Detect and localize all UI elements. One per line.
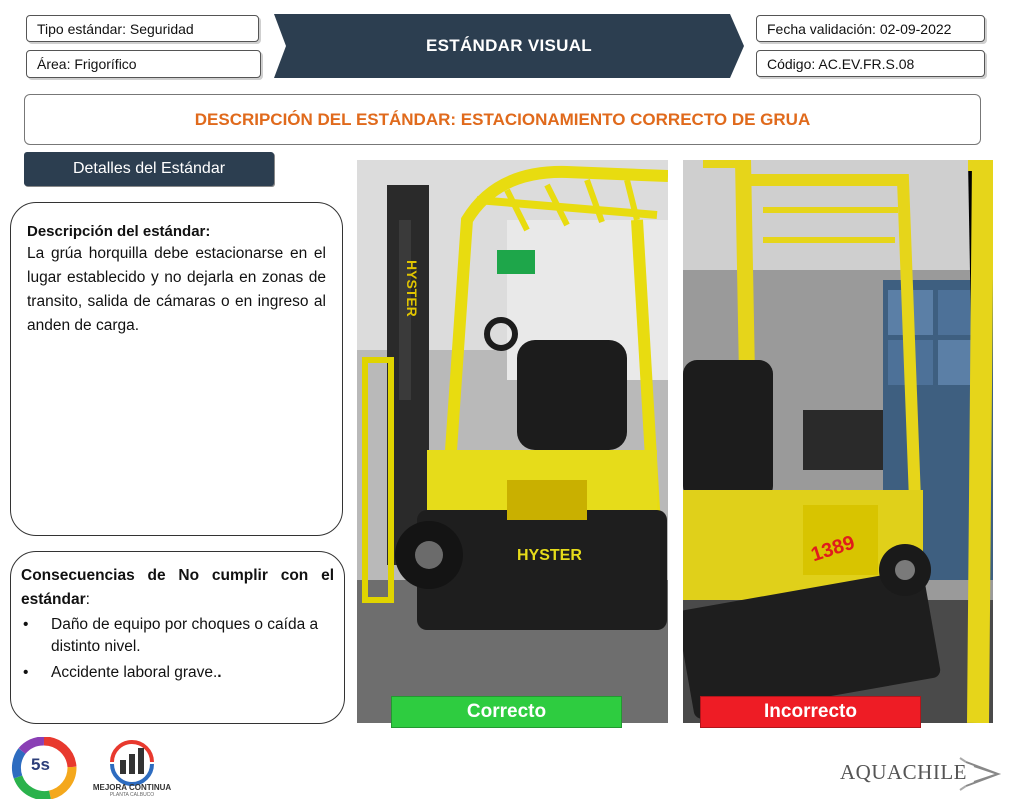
svg-text:HYSTER: HYSTER xyxy=(404,260,420,317)
fecha-validacion-box: Fecha validación: 02-09-2022 xyxy=(756,15,985,42)
correct-label: Correcto xyxy=(391,696,622,728)
standard-title-box: DESCRIPCIÓN DEL ESTÁNDAR: ESTACIONAMIENT… xyxy=(24,94,981,145)
list-item: • Daño de equipo por choques o caída a di… xyxy=(21,614,334,658)
details-tab: Detalles del Estándar xyxy=(24,152,274,186)
tipo-estandar-text: Tipo estándar: Seguridad xyxy=(37,20,194,37)
standard-title: DESCRIPCIÓN DEL ESTÁNDAR: ESTACIONAMIENT… xyxy=(194,109,811,129)
bullet-icon: • xyxy=(23,616,29,633)
consequence-text: Daño de equipo por choques o caída a dis… xyxy=(51,616,319,655)
fecha-validacion-text: Fecha validación: 02-09-2022 xyxy=(767,20,952,37)
codigo-box: Código: AC.EV.FR.S.08 xyxy=(756,50,985,77)
tipo-estandar-box: Tipo estándar: Seguridad xyxy=(26,15,259,42)
incorrect-photo: 1389 xyxy=(683,160,993,723)
consequence-text: Accidente laboral grave. xyxy=(51,664,218,681)
description-text: La grúa horquilla debe estacionarse en e… xyxy=(27,245,326,334)
mejora-continua-text: MEJORA CONTINUA xyxy=(92,783,172,792)
details-tab-label: Detalles del Estándar xyxy=(72,160,226,177)
codigo-text: Código: AC.EV.FR.S.08 xyxy=(767,55,915,72)
area-text: Área: Frigorífico xyxy=(37,56,137,72)
consequences-heading-suffix: : xyxy=(85,591,90,608)
mejora-continua-subtext: PLANTA CALBUCO xyxy=(109,792,155,798)
consequences-list: • Daño de equipo por choques o caída a di… xyxy=(21,614,334,684)
incorrect-label: Incorrecto xyxy=(700,696,921,728)
consequences-box: Consecuencias de No cumplir con el están… xyxy=(10,551,345,724)
forklift-brand-text: HYSTER xyxy=(517,547,582,564)
consequences-heading: Consecuencias de No cumplir con el están… xyxy=(21,564,334,612)
aquachile-logo-icon xyxy=(959,757,1002,791)
correct-label-text: Correcto xyxy=(466,701,547,722)
logo-5s-text: 5s xyxy=(31,755,50,774)
area-box: Área: Frigorífico xyxy=(26,50,261,78)
incorrect-label-text: Incorrecto xyxy=(764,701,857,722)
forklift-correct-illustration: HYSTER HYSTER xyxy=(357,160,668,723)
correct-photo: HYSTER HYSTER xyxy=(357,160,668,723)
forklift-incorrect-illustration: 1389 xyxy=(683,160,993,723)
page-title: ESTÁNDAR VISUAL xyxy=(425,36,592,55)
description-heading: Descripción del estándar: xyxy=(27,223,211,240)
bullet-icon: • xyxy=(23,664,29,681)
description-box: Descripción del estándar: La grúa horqui… xyxy=(10,202,343,536)
list-item: • Accidente laboral grave.. xyxy=(21,662,334,684)
consequences-heading-bold: Consecuencias de No cumplir con el están… xyxy=(21,567,334,608)
